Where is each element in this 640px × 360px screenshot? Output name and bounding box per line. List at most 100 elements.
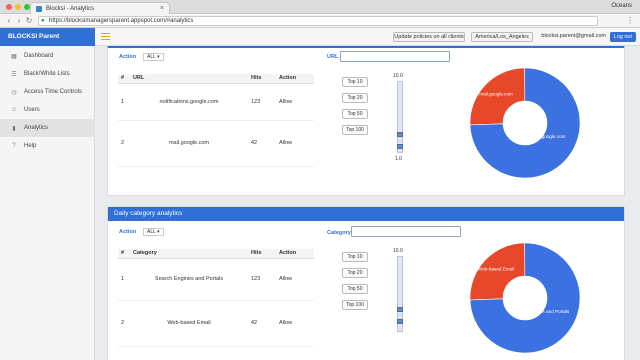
row-action: Allow xyxy=(276,300,314,347)
browser-menu-icon[interactable]: ⋮ xyxy=(626,16,634,25)
close-window-button[interactable] xyxy=(6,4,12,10)
chart-icon: ▮ xyxy=(12,125,16,132)
url-filter-input[interactable] xyxy=(340,51,450,62)
user-email: blocksi.parent@gmail.com xyxy=(541,33,606,39)
category-analytics-card: Daily category analytics Action ALL ▾ Ca… xyxy=(107,206,625,360)
url-analytics-card: Action ALL ▾ URL # URL Hits Action 1 not… xyxy=(107,46,625,196)
donut-slice-label: Search Engines and Portals xyxy=(512,309,570,314)
url-text: https://blocksimanagersparent.appspot.co… xyxy=(49,18,194,24)
help-icon: ? xyxy=(12,143,16,149)
donut-slice-0[interactable] xyxy=(468,242,526,301)
slider-max-value: 10.0 xyxy=(393,73,403,79)
column-header: Category xyxy=(130,249,248,259)
hamburger-menu-icon[interactable] xyxy=(101,33,110,40)
top-10-button[interactable]: Top 10 xyxy=(342,252,368,262)
sidebar-item-access-time[interactable]: ◷ Access Time Controls xyxy=(0,83,94,101)
back-icon[interactable]: ‹ xyxy=(4,16,14,25)
range-slider[interactable] xyxy=(397,256,403,332)
slider-upper-handle[interactable] xyxy=(397,132,403,137)
table-row[interactable]: 1 notifications.google.com 123 Allow xyxy=(118,83,314,121)
tab-title: Blocksi - Analytics xyxy=(46,5,95,12)
row-hits: 42 xyxy=(248,300,276,347)
sidebar-item-label: Black/White Lists xyxy=(24,71,70,77)
reload-icon[interactable]: ↻ xyxy=(24,16,34,25)
top-10-button[interactable]: Top 10 xyxy=(342,77,368,87)
timezone-select[interactable]: America/Los_Angeles xyxy=(471,32,533,42)
sidebar-item-dashboard[interactable]: ▦ Dashboard xyxy=(0,47,94,65)
slider-min-value: 1.0 xyxy=(395,156,402,162)
app-topbar: Update policies on all clients America/L… xyxy=(95,28,640,46)
range-slider[interactable] xyxy=(397,81,403,153)
url-table: # URL Hits Action 1 notifications.google… xyxy=(118,74,314,167)
sidebar-item-black-white-lists[interactable]: ☰ Black/White Lists xyxy=(0,65,94,83)
slider-max-value: 10.0 xyxy=(393,248,403,254)
browser-toolbar: ‹ › ↻ ● https://blocksimanagersparent.ap… xyxy=(0,14,640,28)
table-row[interactable]: 2 Web-based Email 42 Allow xyxy=(118,300,314,347)
update-policies-button[interactable]: Update policies on all clients xyxy=(393,32,465,42)
row-index: 2 xyxy=(118,300,130,347)
row-hits: 123 xyxy=(248,83,276,121)
column-header: Hits xyxy=(248,249,276,259)
sidebar-item-label: Dashboard xyxy=(24,53,54,59)
sidebar-item-analytics[interactable]: ▮ Analytics xyxy=(0,119,94,137)
lock-icon: ● xyxy=(41,18,45,24)
top-20-button[interactable]: Top 20 xyxy=(342,268,368,278)
main-content: Action ALL ▾ URL # URL Hits Action 1 not… xyxy=(95,46,640,360)
column-header: Action xyxy=(276,74,314,84)
sidebar-item-label: Help xyxy=(24,143,37,149)
top-100-button[interactable]: Top 100 xyxy=(342,300,368,310)
slider-upper-handle[interactable] xyxy=(397,307,403,312)
table-row[interactable]: 2 mail.google.com 42 Allow xyxy=(118,120,314,167)
column-header: # xyxy=(118,74,130,84)
row-hits: 123 xyxy=(248,258,276,301)
row-action: Allow xyxy=(276,83,314,121)
slider-lower-handle[interactable] xyxy=(397,144,403,149)
row-url: mail.google.com xyxy=(130,120,248,167)
row-action: Allow xyxy=(276,258,314,301)
table-header: # Category Hits Action xyxy=(118,249,314,259)
sidebar-item-users[interactable]: ☺ Users xyxy=(0,101,94,119)
row-hits: 42 xyxy=(248,120,276,167)
column-header: Action xyxy=(276,249,314,259)
minimize-window-button[interactable] xyxy=(15,4,21,10)
url-donut-chart: mail.google.com notifications.google.com xyxy=(468,67,581,179)
sidebar-item-label: Users xyxy=(24,107,40,113)
sidebar-item-help[interactable]: ? Help xyxy=(0,137,94,155)
slider-lower-handle[interactable] xyxy=(397,319,403,324)
forward-icon[interactable]: › xyxy=(14,16,24,25)
action-dropdown[interactable]: ALL ▾ xyxy=(143,53,164,61)
category-filter-input[interactable] xyxy=(351,226,461,237)
users-icon: ☺ xyxy=(10,107,18,113)
top-100-button[interactable]: Top 100 xyxy=(342,125,368,135)
action-dropdown[interactable]: ALL ▾ xyxy=(143,228,164,236)
sidebar: ▦ Dashboard ☰ Black/White Lists ◷ Access Ti… xyxy=(0,46,95,360)
row-action: Allow xyxy=(276,120,314,167)
category-label: Category xyxy=(327,230,351,236)
row-url: notifications.google.com xyxy=(130,83,248,121)
sidebar-item-label: Analytics xyxy=(24,125,49,131)
row-index: 1 xyxy=(118,258,130,301)
column-header: # xyxy=(118,249,130,259)
row-category: Web-based Email xyxy=(130,300,248,347)
profile-name[interactable]: Oceans xyxy=(611,3,632,9)
browser-tab[interactable]: Blocksi - Analytics × xyxy=(30,2,170,14)
action-label: Action xyxy=(119,54,137,60)
close-tab-icon[interactable]: × xyxy=(160,5,164,12)
category-donut-chart: Web-based Email Search Engines and Portal… xyxy=(468,242,581,354)
row-index: 1 xyxy=(118,83,130,121)
action-dropdown-value: ALL xyxy=(147,229,156,235)
table-header: # URL Hits Action xyxy=(118,74,314,84)
top-20-button[interactable]: Top 20 xyxy=(342,93,368,103)
top-50-button[interactable]: Top 50 xyxy=(342,284,368,294)
donut-slice-0[interactable] xyxy=(468,67,526,126)
donut-slice-label: notifications.google.com xyxy=(516,134,565,139)
top-50-button[interactable]: Top 50 xyxy=(342,109,368,119)
column-header: URL xyxy=(130,74,248,84)
action-dropdown-value: ALL xyxy=(147,54,156,60)
list-icon: ☰ xyxy=(11,71,17,78)
logout-button[interactable]: Log out xyxy=(609,32,636,42)
browser-tab-bar: Blocksi - Analytics × Oceans xyxy=(0,0,640,14)
table-row[interactable]: 1 Search Engines and Portals 123 Allow xyxy=(118,258,314,301)
clock-icon: ◷ xyxy=(11,89,17,96)
address-bar[interactable]: ● https://blocksimanagersparent.appspot.… xyxy=(38,16,598,26)
